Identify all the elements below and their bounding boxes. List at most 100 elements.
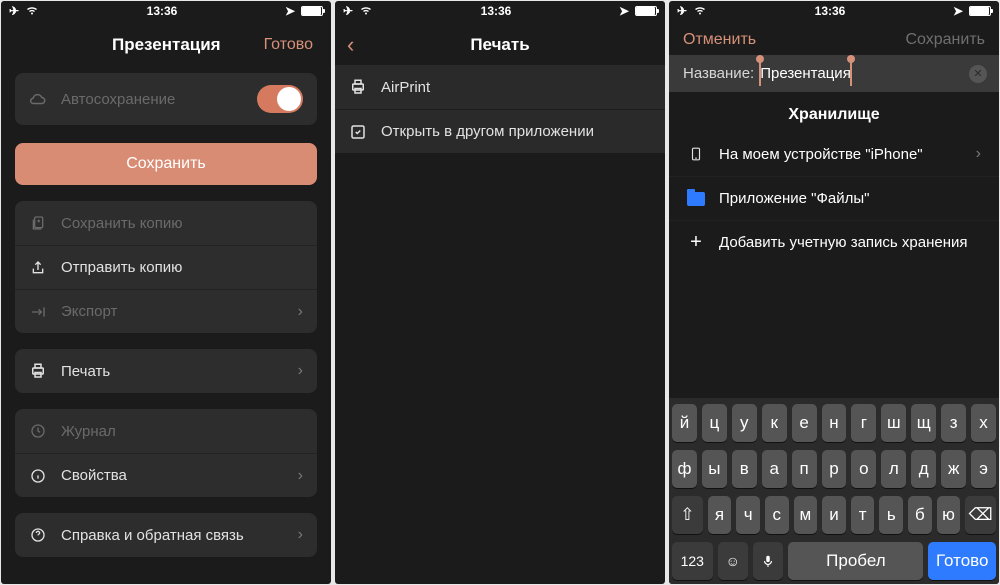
- key[interactable]: ы: [702, 450, 727, 488]
- return-key[interactable]: Готово: [928, 542, 996, 580]
- mic-key[interactable]: [753, 542, 783, 580]
- key[interactable]: р: [822, 450, 847, 488]
- journal-row[interactable]: Журнал: [15, 409, 317, 453]
- numbers-key[interactable]: 123: [672, 542, 713, 580]
- key[interactable]: г: [851, 404, 876, 442]
- key[interactable]: т: [851, 496, 875, 534]
- airplane-icon: ✈: [677, 4, 687, 18]
- key[interactable]: ч: [736, 496, 760, 534]
- chevron-right-icon: ›: [298, 526, 303, 544]
- print-options: AirPrint Открыть в другом приложении: [335, 65, 665, 153]
- autosave-label: Автосохранение: [61, 91, 243, 108]
- battery-icon: [969, 6, 991, 16]
- battery-icon: [635, 6, 657, 16]
- print-section: Печать ›: [15, 349, 317, 393]
- key[interactable]: э: [971, 450, 996, 488]
- key[interactable]: с: [765, 496, 789, 534]
- battery-icon: [301, 6, 323, 16]
- backspace-key[interactable]: ⌫: [965, 496, 996, 534]
- chevron-right-icon: ›: [298, 467, 303, 485]
- save-button[interactable]: Сохранить: [905, 31, 985, 49]
- airprint-row[interactable]: AirPrint: [335, 65, 665, 109]
- key[interactable]: н: [822, 404, 847, 442]
- key[interactable]: и: [822, 496, 846, 534]
- back-button[interactable]: ‹: [347, 32, 354, 58]
- file-actions-section: Сохранить копию Отправить копию Экспорт …: [15, 201, 317, 333]
- key[interactable]: к: [762, 404, 787, 442]
- keyboard-row-3: ⇧ я ч с м и т ь б ю ⌫: [672, 496, 996, 534]
- key[interactable]: д: [911, 450, 936, 488]
- key[interactable]: х: [971, 404, 996, 442]
- print-row[interactable]: Печать ›: [15, 349, 317, 393]
- open-in-row[interactable]: Открыть в другом приложении: [335, 109, 665, 153]
- chevron-right-icon: ›: [976, 145, 981, 163]
- export-row[interactable]: Экспорт ›: [15, 289, 317, 333]
- key[interactable]: е: [792, 404, 817, 442]
- phone-icon: [687, 145, 705, 163]
- key[interactable]: я: [708, 496, 732, 534]
- location-icon: ➤: [285, 4, 295, 18]
- cloud-save-icon: [29, 90, 47, 108]
- key[interactable]: ф: [672, 450, 697, 488]
- space-key[interactable]: Пробел: [788, 542, 923, 580]
- key[interactable]: ж: [941, 450, 966, 488]
- done-button[interactable]: Готово: [264, 36, 313, 54]
- key[interactable]: п: [792, 450, 817, 488]
- key[interactable]: й: [672, 404, 697, 442]
- export-label: Экспорт: [61, 303, 284, 320]
- key[interactable]: о: [851, 450, 876, 488]
- key[interactable]: в: [732, 450, 757, 488]
- autosave-row: Автосохранение: [15, 73, 317, 125]
- help-row[interactable]: Справка и обратная связь ›: [15, 513, 317, 557]
- status-bar: ✈ 13:36 ➤: [335, 1, 665, 21]
- save-copy-row[interactable]: Сохранить копию: [15, 201, 317, 245]
- storage-add-row[interactable]: + Добавить учетную запись хранения: [669, 220, 999, 264]
- info-icon: [29, 467, 47, 485]
- send-copy-row[interactable]: Отправить копию: [15, 245, 317, 289]
- status-time: 13:36: [373, 4, 619, 18]
- key[interactable]: ю: [937, 496, 961, 534]
- shift-key[interactable]: ⇧: [672, 496, 703, 534]
- question-icon: [29, 526, 47, 544]
- name-input[interactable]: Презентация: [760, 65, 851, 82]
- emoji-key[interactable]: ☺: [718, 542, 748, 580]
- autosave-toggle[interactable]: [257, 85, 303, 113]
- storage-add-label: Добавить учетную запись хранения: [719, 234, 981, 251]
- storage-title: Хранилище: [669, 92, 999, 132]
- storage-device-row[interactable]: На моем устройстве "iPhone" ›: [669, 132, 999, 176]
- keyboard-row-1: й ц у к е н г ш щ з х: [672, 404, 996, 442]
- page-title: Печать: [470, 35, 529, 55]
- key[interactable]: з: [941, 404, 966, 442]
- key[interactable]: у: [732, 404, 757, 442]
- storage-list: На моем устройстве "iPhone" › Приложение…: [669, 132, 999, 264]
- key[interactable]: а: [762, 450, 787, 488]
- key[interactable]: щ: [911, 404, 936, 442]
- screen-save-as: ✈ 13:36 ➤ Отменить Сохранить Название: П…: [669, 1, 999, 584]
- keyboard-row-4: 123 ☺ Пробел Готово: [672, 542, 996, 580]
- key[interactable]: ь: [879, 496, 903, 534]
- clear-text-button[interactable]: ✕: [969, 65, 987, 83]
- storage-files-row[interactable]: Приложение "Файлы": [669, 176, 999, 220]
- open-in-label: Открыть в другом приложении: [381, 123, 651, 140]
- key[interactable]: л: [881, 450, 906, 488]
- airplane-icon: ✈: [343, 4, 353, 18]
- page-title: Презентация: [112, 35, 221, 55]
- save-button[interactable]: Сохранить: [15, 143, 317, 185]
- key[interactable]: ц: [702, 404, 727, 442]
- open-in-icon: [349, 123, 367, 141]
- info-section: Журнал Свойства ›: [15, 409, 317, 497]
- send-copy-label: Отправить копию: [61, 259, 303, 276]
- plus-icon: +: [687, 234, 705, 252]
- key[interactable]: б: [908, 496, 932, 534]
- duplicate-icon: [29, 214, 47, 232]
- name-field-row[interactable]: Название: Презентация ✕: [669, 55, 999, 92]
- key[interactable]: м: [794, 496, 818, 534]
- header: Отменить Сохранить: [669, 21, 999, 55]
- status-bar: ✈ 13:36 ➤: [669, 1, 999, 21]
- cancel-button[interactable]: Отменить: [683, 31, 756, 49]
- header: ‹ Печать: [335, 21, 665, 65]
- keyboard: й ц у к е н г ш щ з х ф ы в а п р о л д …: [669, 398, 999, 584]
- printer-icon: [349, 78, 367, 96]
- key[interactable]: ш: [881, 404, 906, 442]
- properties-row[interactable]: Свойства ›: [15, 453, 317, 497]
